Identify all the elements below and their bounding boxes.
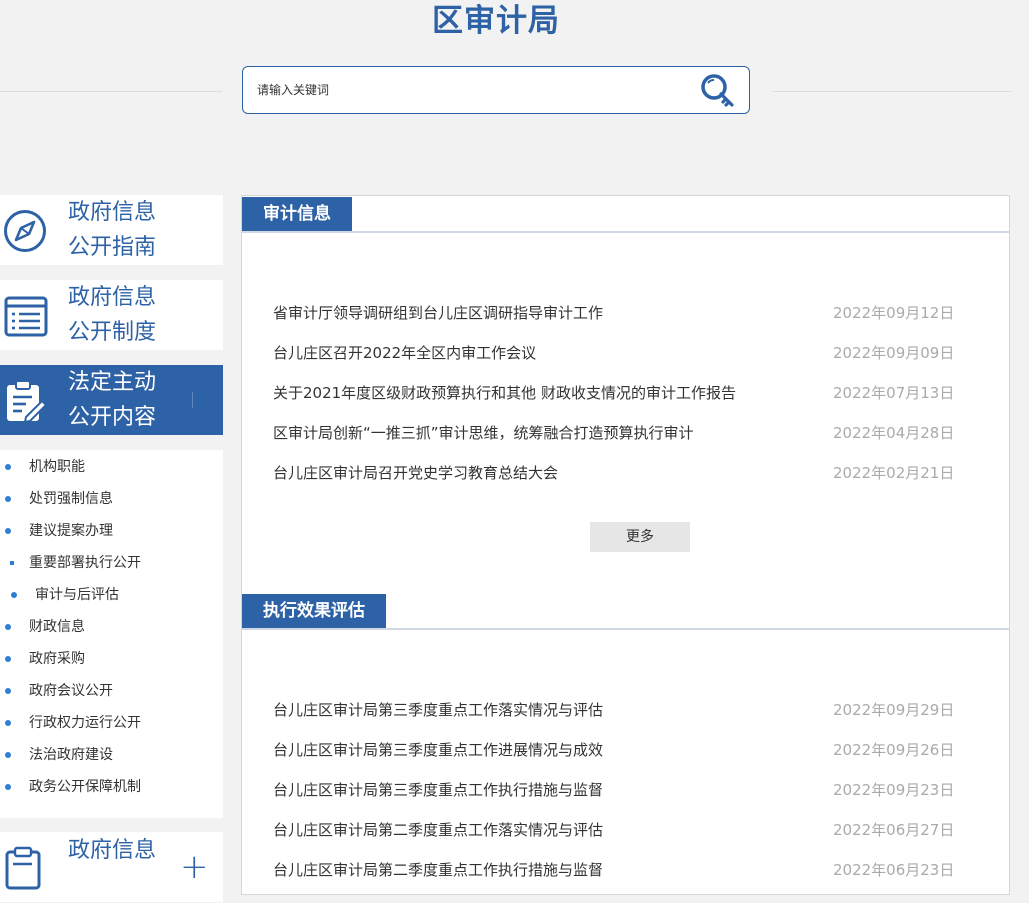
sidebar-item-label: 重要部署执行公开 [29,555,141,571]
news-item[interactable]: 台儿庄区召开2022年全区内审工作会议 2022年09月09日 [273,333,955,373]
news-title[interactable]: 台儿庄区审计局第三季度重点工作执行措施与监督 [273,770,603,810]
main-panel: 审计信息 省审计厅领导调研组到台儿庄区调研指导审计工作 2022年09月12日 … [241,195,1010,895]
bullet-icon [5,752,11,758]
search-button[interactable] [699,72,737,110]
sidebar-item-label: 财政信息 [29,619,85,635]
sidebar-item[interactable]: 建议提案办理 [0,515,223,547]
news-item[interactable]: 台儿庄区审计局召开党史学习教育总结大会 2022年02月21日 [273,453,955,493]
news-item[interactable]: 台儿庄区审计局第三季度重点工作落实情况与评估 2022年09月29日 [273,690,955,730]
news-title[interactable]: 台儿庄区审计局召开党史学习教育总结大会 [273,453,558,493]
search-box [242,66,750,114]
sidebar-card-line1: 政府信息 [68,838,157,863]
sidebar-card-line2: 公开制度 [68,320,157,345]
news-date: 2022年09月23日 [833,781,955,799]
news-item[interactable]: 台儿庄区审计局第三季度重点工作进展情况与成效 2022年09月26日 [273,730,955,770]
news-title[interactable]: 台儿庄区审计局第二季度重点工作落实情况与评估 [273,810,603,850]
news-title[interactable]: 台儿庄区召开2022年全区内审工作会议 [273,333,536,373]
sidebar-item-label: 建议提案办理 [29,523,113,539]
section-tab[interactable]: 执行效果评估 [242,594,386,628]
section-rule [242,628,1009,630]
news-date: 2022年07月13日 [833,384,955,402]
bullet-icon [5,528,11,534]
sidebar-item[interactable]: 审计与后评估 [0,579,223,611]
sidebar-item[interactable]: 机构职能 [0,451,223,483]
sidebar-sublist: 机构职能 处罚强制信息 建议提案办理 重要部署执行公开 审计与后评估 财政信息 … [0,450,223,818]
sidebar-item[interactable]: 政府会议公开 [0,675,223,707]
sidebar-item[interactable]: 政府采购 [0,643,223,675]
more-button[interactable]: 更多 [590,522,690,552]
sidebar-item[interactable]: 处罚强制信息 [0,483,223,515]
sidebar-item-label: 法治政府建设 [29,747,113,763]
sidebar-item[interactable]: 法治政府建设 [0,739,223,771]
sidebar-card-guide[interactable]: 政府信息 公开指南 [0,195,223,265]
news-title[interactable]: 台儿庄区审计局第二季度重点工作执行措施与监督 [273,850,603,890]
bullet-icon [5,720,11,726]
sidebar-card-line1: 政府信息 [68,200,157,225]
bullet-icon [10,561,14,565]
news-date: 2022年09月26日 [833,741,955,759]
news-date: 2022年09月09日 [833,344,955,362]
compass-icon [4,210,46,252]
news-date: 2022年09月29日 [833,701,955,719]
sidebar-card-line2: 公开指南 [68,235,157,260]
news-date: 2022年06月23日 [833,861,955,879]
news-date: 2022年06月27日 [833,821,955,839]
sidebar-item-label: 处罚强制信息 [29,491,113,507]
bullet-icon [5,496,11,502]
page-title: 区审计局 [432,3,560,39]
sidebar-item-label: 审计与后评估 [35,587,119,603]
news-item[interactable]: 区审计局创新“一推三抓”审计思维，统筹融合打造预算执行审计 2022年04月28… [273,413,955,453]
list-document-icon [4,296,48,337]
sidebar-item-label: 政务公开保障机制 [29,779,141,795]
news-title[interactable]: 台儿庄区审计局第三季度重点工作进展情况与成效 [273,730,603,770]
bullet-icon [11,592,17,598]
sidebar-card-report[interactable]: 政府信息 + [0,832,223,902]
bullet-icon [5,624,11,630]
search-input[interactable] [257,80,677,100]
sidebar-card-content[interactable]: 法定主动 公开内容 [0,365,223,435]
news-date: 2022年04月28日 [833,424,955,442]
sidebar-item-label: 行政权力运行公开 [29,715,141,731]
bullet-icon [5,688,11,694]
section-rule [242,231,1009,233]
news-title[interactable]: 关于2021年度区级财政预算执行和其他 财政收支情况的审计工作报告 [273,373,736,413]
sidebar-card-line1: 法定主动 [68,370,157,395]
sidebar-card-line1: 政府信息 [68,285,157,310]
header-divider-left [0,91,222,92]
document-icon [5,846,41,890]
news-item[interactable]: 台儿庄区审计局第三季度重点工作执行措施与监督 2022年09月23日 [273,770,955,810]
bullet-icon [5,464,11,470]
news-item[interactable]: 台儿庄区审计局第二季度重点工作落实情况与评估 2022年06月27日 [273,810,955,850]
news-title[interactable]: 区审计局创新“一推三抓”审计思维，统筹融合打造预算执行审计 [273,413,694,453]
sidebar-item-label: 政府采购 [29,651,85,667]
bullet-icon [5,656,11,662]
collapse-indicator [192,392,193,408]
section-tab[interactable]: 审计信息 [242,197,352,231]
news-item[interactable]: 台儿庄区审计局第二季度重点工作执行措施与监督 2022年06月23日 [273,850,955,890]
news-item[interactable]: 省审计厅领导调研组到台儿庄区调研指导审计工作 2022年09月12日 [273,293,955,333]
sidebar-item-label: 政府会议公开 [29,683,113,699]
sidebar-item[interactable]: 行政权力运行公开 [0,707,223,739]
expand-plus-icon[interactable]: + [180,850,209,884]
header-divider-right [772,91,1012,92]
sidebar-item[interactable]: 政务公开保障机制 [0,771,223,803]
search-key-icon [701,74,734,107]
bullet-icon [5,784,11,790]
clipboard-edit-icon [7,380,48,424]
sidebar-item[interactable]: 重要部署执行公开 [0,547,223,579]
sidebar-item-label: 机构职能 [29,459,85,475]
section-header-audit: 审计信息 [242,197,1009,233]
news-date: 2022年02月21日 [833,464,955,482]
section-header-evaluation: 执行效果评估 [242,594,1009,630]
sidebar-card-line2: 公开内容 [68,405,157,430]
news-date: 2022年09月12日 [833,304,955,322]
news-title[interactable]: 省审计厅领导调研组到台儿庄区调研指导审计工作 [273,293,603,333]
sidebar-card-system[interactable]: 政府信息 公开制度 [0,280,223,350]
news-title[interactable]: 台儿庄区审计局第三季度重点工作落实情况与评估 [273,690,603,730]
news-item[interactable]: 关于2021年度区级财政预算执行和其他 财政收支情况的审计工作报告 2022年0… [273,373,955,413]
sidebar-item[interactable]: 财政信息 [0,611,223,643]
